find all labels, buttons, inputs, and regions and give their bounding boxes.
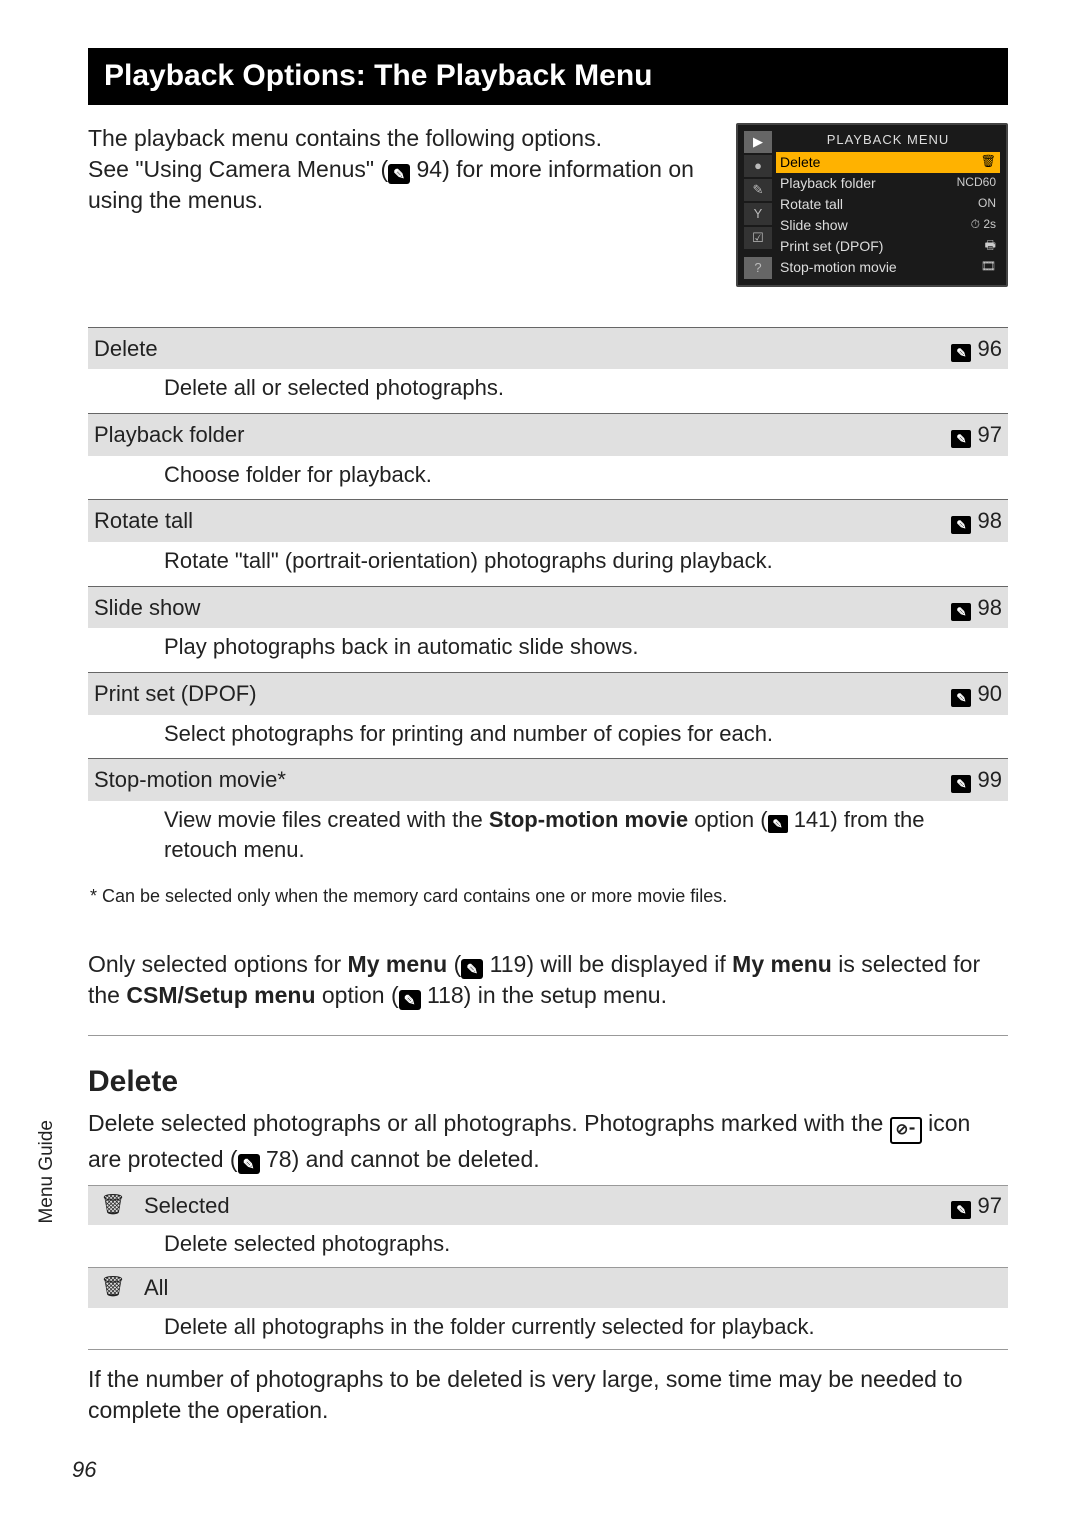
ref-icon: ✎: [951, 689, 971, 707]
option-desc: Select photographs for printing and numb…: [88, 715, 1008, 759]
delete-option-desc-row: Delete all photographs in the folder cur…: [88, 1308, 1008, 1350]
option-desc-row: Rotate "tall" (portrait-orientation) pho…: [88, 542, 1008, 586]
option-desc-row: Select photographs for printing and numb…: [88, 715, 1008, 759]
option-desc: View movie files created with the Stop-m…: [88, 801, 1008, 874]
delete-note: If the number of photographs to be delet…: [88, 1364, 1008, 1426]
option-row: Print set (DPOF)✎ 90: [88, 673, 1008, 715]
protect-icon: ⊘⁃: [890, 1117, 922, 1143]
option-ref: ✎ 97: [928, 413, 1008, 455]
delete-option-desc-row: Delete selected photographs.: [88, 1225, 1008, 1267]
option-row: Playback folder✎ 97: [88, 413, 1008, 455]
delete-option-row: All: [88, 1268, 1008, 1308]
intro-text: The playback menu contains the following…: [88, 123, 718, 287]
option-ref: ✎ 96: [928, 327, 1008, 369]
option-desc-row: Choose folder for playback.: [88, 456, 1008, 500]
options-table: Delete✎ 96Delete all or selected photogr…: [88, 327, 1008, 875]
option-name: Playback folder: [88, 413, 928, 455]
option-desc: Delete all or selected photographs.: [88, 369, 1008, 413]
option-row: Slide show✎ 98: [88, 586, 1008, 628]
lcd-item: Slide show⏱ 2s: [776, 215, 1000, 236]
ref-icon: [461, 959, 483, 979]
trash-icon: [88, 1268, 138, 1308]
lcd-tab-playback: ▶: [744, 131, 772, 153]
ref-icon: ✎: [768, 815, 788, 833]
delete-option-name: All: [138, 1268, 928, 1308]
mymenu-note: Only selected options for My menu ( 119)…: [88, 949, 1008, 1011]
intro-line1: The playback menu contains the following…: [88, 125, 602, 151]
option-desc-row: Play photographs back in automatic slide…: [88, 628, 1008, 672]
lcd-item: Playback folderNCD60: [776, 173, 1000, 194]
option-name: Stop-motion movie*: [88, 759, 928, 801]
ref-icon: ✎: [951, 1201, 971, 1219]
lcd-item: Print set (DPOF)🖶: [776, 236, 1000, 257]
intro-ref: 94: [410, 156, 442, 182]
lcd-screenshot: ▶ ● ✎ Y ☑ ? PLAYBACK MENU Delete🗑Playbac…: [736, 123, 1008, 287]
option-name: Slide show: [88, 586, 928, 628]
trash-icon: [88, 1185, 138, 1225]
option-desc: Rotate "tall" (portrait-orientation) pho…: [88, 542, 1008, 586]
option-ref: ✎ 98: [928, 586, 1008, 628]
ref-icon: [399, 990, 421, 1010]
delete-intro: Delete selected photographs or all photo…: [88, 1108, 1008, 1174]
option-ref: ✎ 99: [928, 759, 1008, 801]
delete-option-name: Selected: [138, 1185, 928, 1225]
option-desc: Play photographs back in automatic slide…: [88, 628, 1008, 672]
ref-icon: ✎: [951, 603, 971, 621]
delete-option-ref: [928, 1268, 1008, 1308]
ref-icon: [238, 1154, 260, 1174]
ref-icon: [388, 164, 410, 184]
option-ref: ✎ 98: [928, 500, 1008, 542]
lcd-help: ?: [744, 257, 772, 279]
ref-icon: ✎: [951, 344, 971, 362]
lcd-tabs: ▶ ● ✎ Y ☑ ?: [744, 131, 772, 279]
lcd-tab-wrench: Y: [744, 203, 772, 225]
side-tab: Menu Guide: [34, 1120, 60, 1224]
option-row: Stop-motion movie*✎ 99: [88, 759, 1008, 801]
option-name: Rotate tall: [88, 500, 928, 542]
delete-option-desc: Delete all photographs in the folder cur…: [88, 1308, 1008, 1350]
delete-option-desc: Delete selected photographs.: [88, 1225, 1008, 1267]
delete-option-row: Selected✎ 97: [88, 1185, 1008, 1225]
divider: [88, 1035, 1008, 1036]
option-row: Delete✎ 96: [88, 327, 1008, 369]
lcd-item: Rotate tallON: [776, 194, 1000, 215]
lcd-title: PLAYBACK MENU: [776, 131, 1000, 149]
option-name: Print set (DPOF): [88, 673, 928, 715]
lcd-tab-shoot: ●: [744, 155, 772, 177]
intro-line2a: See "Using Camera Menus" (: [88, 156, 388, 182]
intro-row: The playback menu contains the following…: [88, 123, 1008, 287]
page-number: 96: [72, 1455, 96, 1485]
ref-icon: ✎: [951, 430, 971, 448]
option-name: Delete: [88, 327, 928, 369]
lcd-item: Stop-motion movie🎞: [776, 257, 1000, 278]
footnote: * Can be selected only when the memory c…: [90, 884, 1008, 908]
lcd-item: Delete🗑: [776, 152, 1000, 173]
ref-icon: ✎: [951, 516, 971, 534]
delete-option-ref: ✎ 97: [928, 1185, 1008, 1225]
option-desc: Choose folder for playback.: [88, 456, 1008, 500]
option-desc-row: View movie files created with the Stop-m…: [88, 801, 1008, 874]
option-row: Rotate tall✎ 98: [88, 500, 1008, 542]
option-ref: ✎ 90: [928, 673, 1008, 715]
page-title-bar: Playback Options: The Playback Menu: [88, 48, 1008, 105]
lcd-tab-pencil: ✎: [744, 179, 772, 201]
lcd-tab-retouch: ☑: [744, 227, 772, 249]
ref-icon: ✎: [951, 775, 971, 793]
delete-table: Selected✎ 97Delete selected photographs.…: [88, 1185, 1008, 1351]
option-desc-row: Delete all or selected photographs.: [88, 369, 1008, 413]
delete-heading: Delete: [88, 1062, 1008, 1103]
